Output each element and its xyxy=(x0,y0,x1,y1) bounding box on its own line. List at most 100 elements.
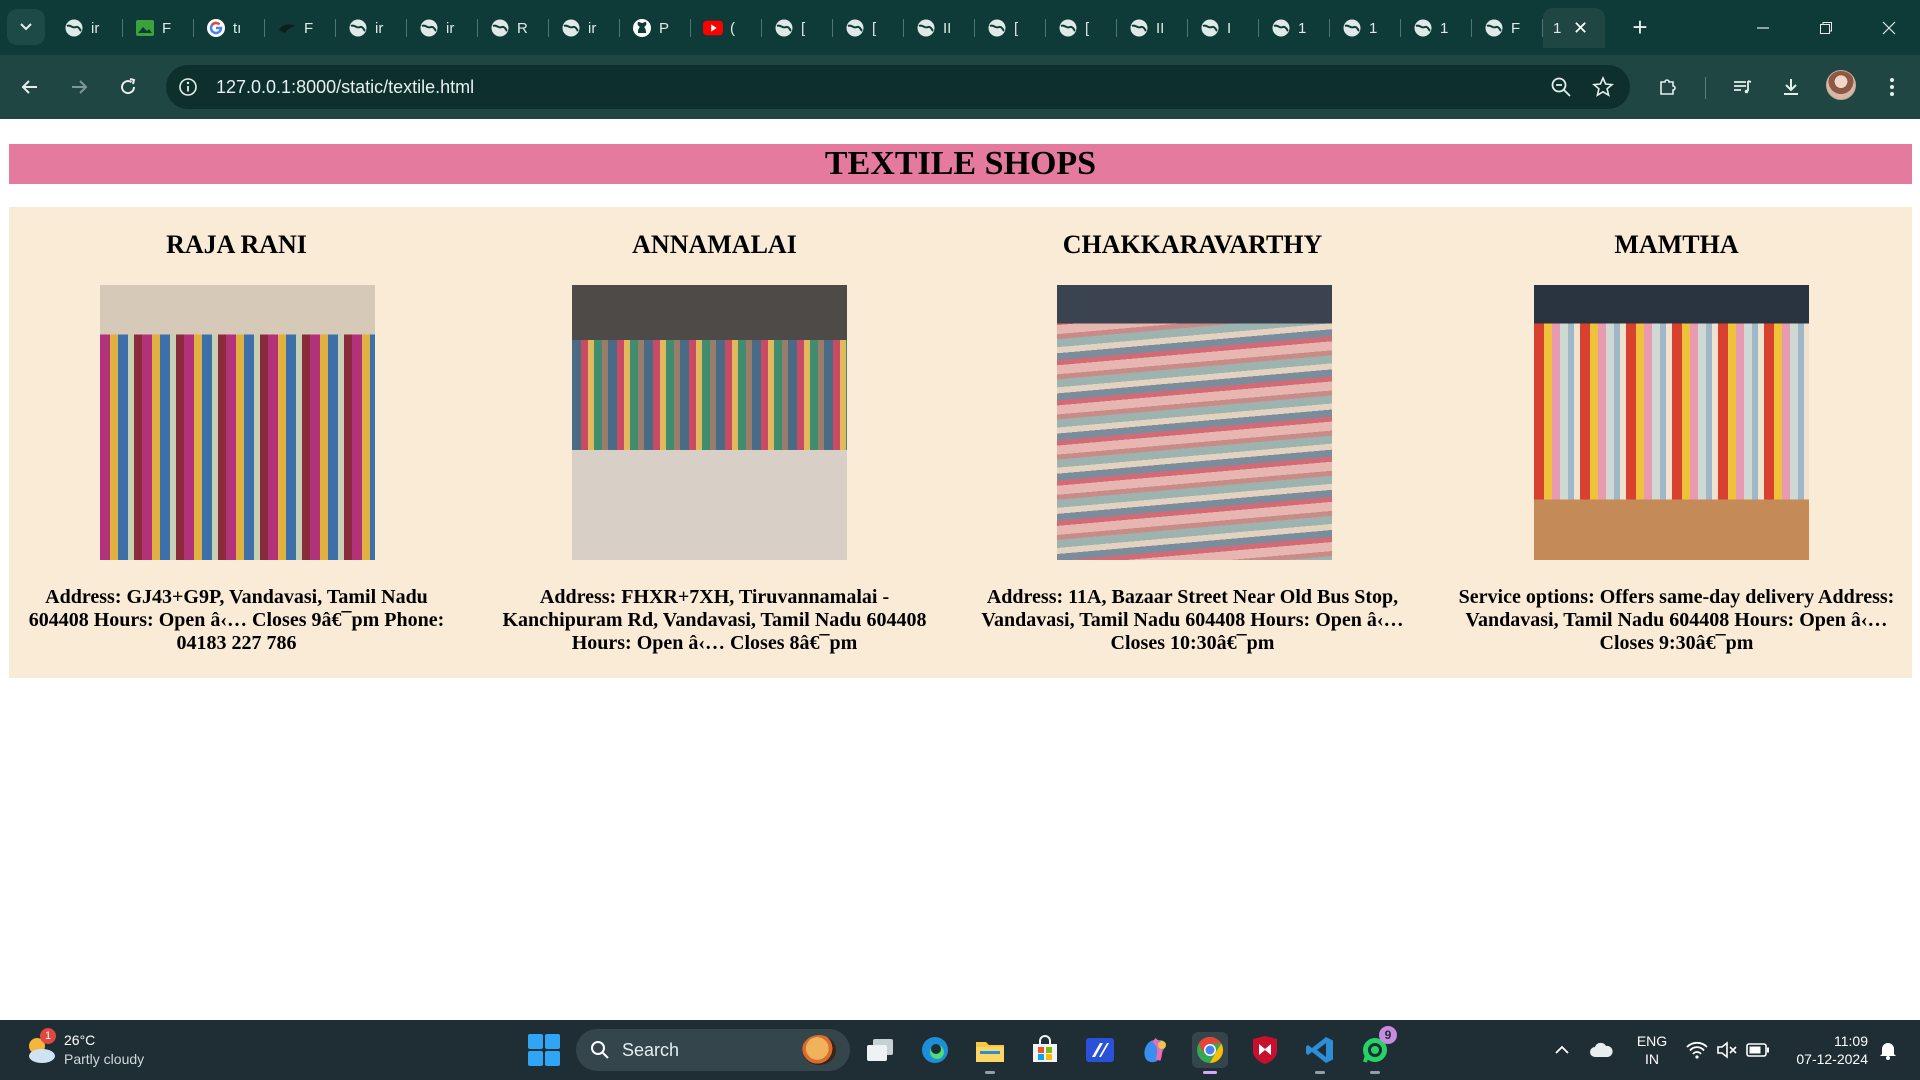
zoom-icon[interactable] xyxy=(1550,76,1572,103)
tab-list: ir Ftı Fir ir Rir P([[II[[II I 1 1 1 F 1 ✕ xyxy=(52,8,1605,48)
downloads-button[interactable] xyxy=(1773,69,1809,105)
queue-music-icon xyxy=(1734,80,1752,94)
browser-tab[interactable]: tı xyxy=(194,8,265,48)
new-tab-button[interactable]: + xyxy=(1626,14,1654,42)
globe-icon xyxy=(419,18,439,38)
wifi-button[interactable] xyxy=(1684,1020,1710,1080)
tab-title: F xyxy=(162,19,172,37)
browser-tab[interactable]: ir xyxy=(407,8,478,48)
start-button[interactable] xyxy=(528,1034,560,1066)
browser-tab[interactable]: ir xyxy=(336,8,407,48)
editor-app[interactable] xyxy=(1082,1032,1118,1068)
extensions-button[interactable] xyxy=(1650,69,1686,105)
browser-tab-strip: ir Ftı Fir ir Rir P([[II[[II I 1 1 1 F 1 ✕ + xyxy=(0,0,1920,55)
browser-tab[interactable]: ( xyxy=(691,8,762,48)
shop-card: CHAKKARAVARTHY Address: 11A, Bazaar Stre… xyxy=(965,207,1420,678)
vscode-app[interactable] xyxy=(1302,1032,1338,1074)
close-window-button[interactable] xyxy=(1858,0,1920,55)
chrome-app[interactable] xyxy=(1192,1032,1228,1074)
browser-tab[interactable]: F xyxy=(1472,8,1543,48)
site-info-icon[interactable] xyxy=(178,77,198,102)
browser-tab[interactable]: II xyxy=(1117,8,1188,48)
battery-button[interactable] xyxy=(1744,1020,1772,1080)
tab-title: II xyxy=(1156,19,1165,37)
profile-avatar[interactable] xyxy=(1826,70,1856,100)
media-controls-button[interactable] xyxy=(1724,69,1760,105)
mcafee-app[interactable] xyxy=(1247,1032,1283,1068)
arrow-right-icon xyxy=(72,80,88,94)
bookmark-star-icon[interactable] xyxy=(1592,75,1614,103)
windows-logo-icon xyxy=(545,1034,560,1049)
shop-details: Address: 11A, Bazaar Street Near Old Bus… xyxy=(981,586,1404,654)
task-view-button[interactable] xyxy=(862,1032,898,1068)
weather-description: Partly cloudy xyxy=(64,1051,145,1067)
browser-tab[interactable]: [ xyxy=(1046,8,1117,48)
browser-tab[interactable]: [ xyxy=(762,8,833,48)
browser-menu-button[interactable] xyxy=(1874,69,1910,105)
tab-title: R xyxy=(517,19,528,37)
windows-taskbar: 1 26°C Partly cloudy Search 9 ENG IN 11:… xyxy=(0,1020,1920,1080)
weather-widget[interactable]: 1 26°C Partly cloudy xyxy=(22,1028,162,1072)
tab-title: P xyxy=(659,19,670,37)
close-icon xyxy=(1882,21,1896,34)
browser-tab-active[interactable]: 1 ✕ xyxy=(1543,8,1605,48)
minimize-icon xyxy=(1757,26,1769,29)
tab-title: F xyxy=(304,19,314,37)
file-explorer-app[interactable] xyxy=(972,1032,1008,1074)
edge-browser-app[interactable] xyxy=(917,1032,953,1068)
restore-button[interactable] xyxy=(1795,0,1857,55)
back-button[interactable] xyxy=(12,69,48,105)
whatsapp-app[interactable]: 9 xyxy=(1357,1026,1397,1074)
windows-logo-icon xyxy=(528,1051,543,1066)
shop-name: ANNAMALAI xyxy=(632,230,797,259)
browser-tab[interactable]: II xyxy=(904,8,975,48)
globe-icon xyxy=(348,18,368,38)
browser-tab[interactable]: [ xyxy=(833,8,904,48)
browser-tab[interactable]: ir xyxy=(52,8,123,48)
search-label: Search xyxy=(622,1040,680,1060)
page-title: TEXTILE SHOPS xyxy=(9,144,1912,184)
tab-title: tı xyxy=(233,19,242,37)
volume-button[interactable] xyxy=(1714,1020,1740,1080)
browser-tab[interactable]: F xyxy=(265,8,336,48)
search-highlight-icon xyxy=(802,1035,836,1065)
browser-tab[interactable]: [ xyxy=(975,8,1046,48)
browser-tab[interactable]: 1 xyxy=(1259,8,1330,48)
browser-tab[interactable]: 1 xyxy=(1401,8,1472,48)
chevron-up-icon xyxy=(1555,1045,1569,1054)
browser-tab[interactable]: ir xyxy=(549,8,620,48)
system-clock[interactable]: 11:09 07-12-2024 xyxy=(1778,1032,1868,1068)
notifications-button[interactable] xyxy=(1874,1020,1902,1080)
browser-tab[interactable]: P xyxy=(620,8,691,48)
close-tab-icon[interactable]: ✕ xyxy=(1573,18,1588,39)
shop-card: MAMTHA Service options: Offers same-day … xyxy=(1441,207,1912,678)
browser-tab[interactable]: F xyxy=(123,8,194,48)
browser-tab[interactable]: R xyxy=(478,8,549,48)
tab-search-button[interactable] xyxy=(7,9,45,45)
globe-icon xyxy=(64,18,84,38)
globe-icon xyxy=(1200,18,1220,38)
globe-icon xyxy=(1413,18,1433,38)
address-bar[interactable]: 127.0.0.1:8000/static/textile.html xyxy=(166,65,1630,109)
browser-tab[interactable]: 1 xyxy=(1330,8,1401,48)
onedrive-button[interactable] xyxy=(1586,1020,1616,1080)
tab-title: I xyxy=(1227,19,1232,37)
volume-muted-icon xyxy=(1717,1041,1737,1059)
microsoft-store-app[interactable] xyxy=(1027,1032,1063,1068)
tab-title: [ xyxy=(1085,19,1090,37)
cloud-icon xyxy=(1590,1042,1613,1057)
weather-alert-badge: 1 xyxy=(40,1028,56,1044)
reload-button[interactable] xyxy=(110,69,146,105)
forward-button[interactable] xyxy=(61,69,97,105)
url-text: 127.0.0.1:8000/static/textile.html xyxy=(216,77,475,97)
globe-icon xyxy=(1271,18,1291,38)
copilot-app[interactable] xyxy=(1137,1032,1173,1068)
taskbar-search[interactable]: Search xyxy=(576,1029,850,1071)
browser-tab[interactable]: I xyxy=(1188,8,1259,48)
shop-name: CHAKKARAVARTHY xyxy=(1062,230,1323,259)
tab-title: [ xyxy=(801,19,806,37)
task-view-icon xyxy=(867,1039,893,1061)
minimize-button[interactable] xyxy=(1732,0,1794,55)
show-hidden-icons-button[interactable] xyxy=(1548,1020,1576,1080)
language-indicator[interactable]: ENG IN xyxy=(1630,1032,1674,1068)
